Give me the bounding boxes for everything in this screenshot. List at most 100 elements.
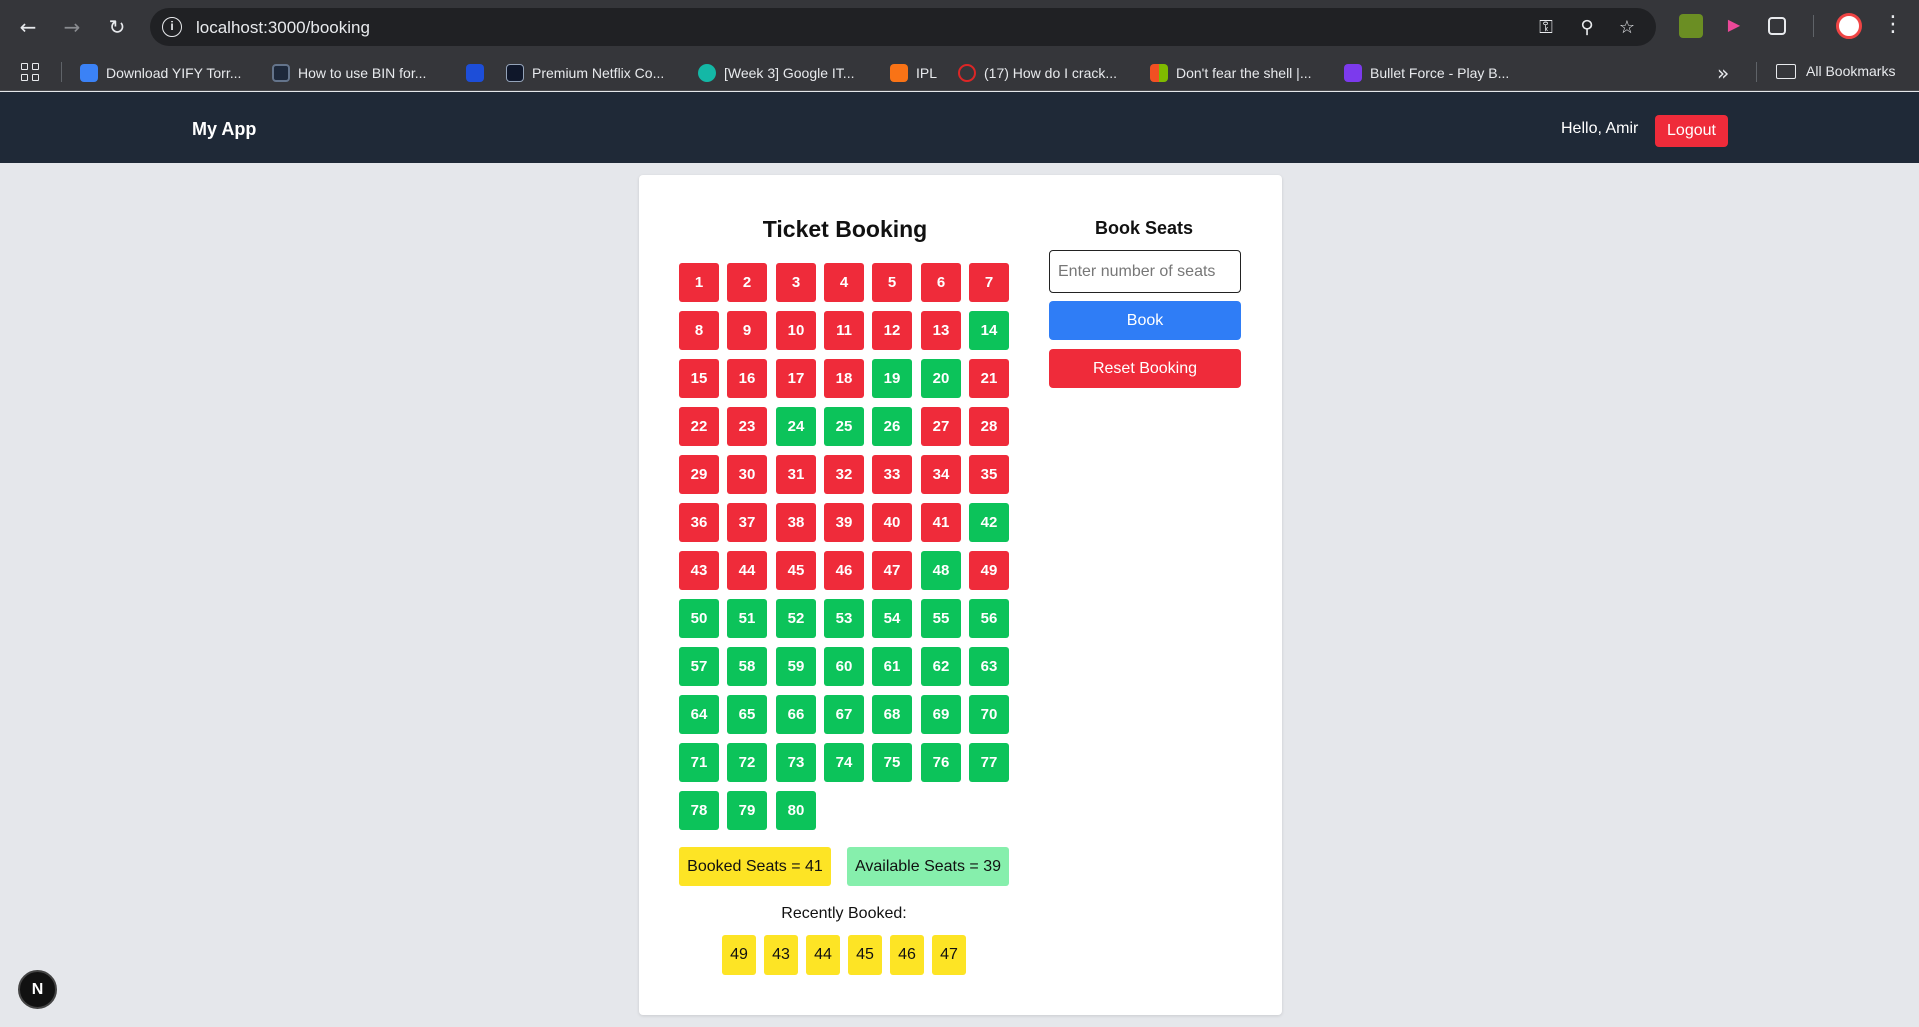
seat-44[interactable]: 44: [727, 551, 767, 590]
seat-51[interactable]: 51: [727, 599, 767, 638]
seat-13[interactable]: 13: [921, 311, 961, 350]
seat-50[interactable]: 50: [679, 599, 719, 638]
seat-66[interactable]: 66: [776, 695, 816, 734]
seat-30[interactable]: 30: [727, 455, 767, 494]
seat-59[interactable]: 59: [776, 647, 816, 686]
seat-73[interactable]: 73: [776, 743, 816, 782]
seat-16[interactable]: 16: [727, 359, 767, 398]
seat-80[interactable]: 80: [776, 791, 816, 830]
seat-5[interactable]: 5: [872, 263, 912, 302]
seat-49[interactable]: 49: [969, 551, 1009, 590]
seat-77[interactable]: 77: [969, 743, 1009, 782]
seat-46[interactable]: 46: [824, 551, 864, 590]
bookmark-item[interactable]: How to use BIN for...: [272, 63, 426, 83]
address-bar[interactable]: i localhost:3000/booking ⚿ ⚲ ☆: [150, 8, 1656, 46]
seat-55[interactable]: 55: [921, 599, 961, 638]
seat-45[interactable]: 45: [776, 551, 816, 590]
seat-71[interactable]: 71: [679, 743, 719, 782]
seat-19[interactable]: 19: [872, 359, 912, 398]
bookmark-item[interactable]: (17) How do I crack...: [958, 63, 1117, 83]
seat-37[interactable]: 37: [727, 503, 767, 542]
seat-79[interactable]: 79: [727, 791, 767, 830]
seat-23[interactable]: 23: [727, 407, 767, 446]
seat-10[interactable]: 10: [776, 311, 816, 350]
seat-33[interactable]: 33: [872, 455, 912, 494]
bookmark-item[interactable]: Premium Netflix Co...: [506, 63, 664, 83]
seat-56[interactable]: 56: [969, 599, 1009, 638]
seat-35[interactable]: 35: [969, 455, 1009, 494]
seat-27[interactable]: 27: [921, 407, 961, 446]
back-arrow-icon[interactable]: ←: [14, 13, 42, 41]
seat-3[interactable]: 3: [776, 263, 816, 302]
bookmark-item[interactable]: IPL: [890, 63, 937, 83]
menu-icon[interactable]: ⋮: [1882, 12, 1904, 37]
seat-29[interactable]: 29: [679, 455, 719, 494]
seat-6[interactable]: 6: [921, 263, 961, 302]
bookmark-item[interactable]: [Week 3] Google IT...: [698, 63, 854, 83]
seat-22[interactable]: 22: [679, 407, 719, 446]
book-button[interactable]: Book: [1049, 301, 1241, 340]
key-icon[interactable]: ⚿: [1535, 17, 1557, 39]
seat-28[interactable]: 28: [969, 407, 1009, 446]
seat-4[interactable]: 4: [824, 263, 864, 302]
seat-26[interactable]: 26: [872, 407, 912, 446]
seat-12[interactable]: 12: [872, 311, 912, 350]
seat-47[interactable]: 47: [872, 551, 912, 590]
app-brand[interactable]: My App: [192, 119, 256, 140]
seat-20[interactable]: 20: [921, 359, 961, 398]
seat-65[interactable]: 65: [727, 695, 767, 734]
seat-48[interactable]: 48: [921, 551, 961, 590]
seat-21[interactable]: 21: [969, 359, 1009, 398]
seat-72[interactable]: 72: [727, 743, 767, 782]
seat-74[interactable]: 74: [824, 743, 864, 782]
seat-62[interactable]: 62: [921, 647, 961, 686]
star-icon[interactable]: ☆: [1616, 17, 1638, 39]
apps-grid-icon[interactable]: [21, 63, 41, 83]
seat-15[interactable]: 15: [679, 359, 719, 398]
seat-78[interactable]: 78: [679, 791, 719, 830]
bookmark-item[interactable]: Bullet Force - Play B...: [1344, 63, 1509, 83]
seat-25[interactable]: 25: [824, 407, 864, 446]
seat-8[interactable]: 8: [679, 311, 719, 350]
url-text[interactable]: localhost:3000/booking: [196, 18, 370, 38]
seat-count-input[interactable]: [1049, 250, 1241, 293]
seat-58[interactable]: 58: [727, 647, 767, 686]
seat-57[interactable]: 57: [679, 647, 719, 686]
seat-41[interactable]: 41: [921, 503, 961, 542]
seat-24[interactable]: 24: [776, 407, 816, 446]
seat-68[interactable]: 68: [872, 695, 912, 734]
seat-38[interactable]: 38: [776, 503, 816, 542]
site-info-icon[interactable]: i: [162, 17, 182, 37]
avatar[interactable]: [1836, 13, 1862, 39]
seat-7[interactable]: 7: [969, 263, 1009, 302]
seat-14[interactable]: 14: [969, 311, 1009, 350]
seat-53[interactable]: 53: [824, 599, 864, 638]
seat-9[interactable]: 9: [727, 311, 767, 350]
extension-icon[interactable]: [1679, 14, 1703, 38]
seat-11[interactable]: 11: [824, 311, 864, 350]
logout-button[interactable]: Logout: [1655, 115, 1728, 147]
seat-60[interactable]: 60: [824, 647, 864, 686]
screencast-icon[interactable]: ▶: [1722, 14, 1746, 38]
seat-40[interactable]: 40: [872, 503, 912, 542]
seat-67[interactable]: 67: [824, 695, 864, 734]
reload-icon[interactable]: ↻: [103, 13, 131, 41]
seat-1[interactable]: 1: [679, 263, 719, 302]
seat-69[interactable]: 69: [921, 695, 961, 734]
seat-17[interactable]: 17: [776, 359, 816, 398]
seat-34[interactable]: 34: [921, 455, 961, 494]
seat-76[interactable]: 76: [921, 743, 961, 782]
seat-32[interactable]: 32: [824, 455, 864, 494]
seat-63[interactable]: 63: [969, 647, 1009, 686]
reset-booking-button[interactable]: Reset Booking: [1049, 349, 1241, 388]
bookmark-item[interactable]: Download YIFY Torr...: [80, 63, 241, 83]
seat-18[interactable]: 18: [824, 359, 864, 398]
zoom-icon[interactable]: ⚲: [1576, 17, 1598, 39]
seat-52[interactable]: 52: [776, 599, 816, 638]
seat-75[interactable]: 75: [872, 743, 912, 782]
forward-arrow-icon[interactable]: →: [58, 13, 86, 41]
puzzle-icon[interactable]: [1768, 17, 1786, 35]
seat-43[interactable]: 43: [679, 551, 719, 590]
seat-70[interactable]: 70: [969, 695, 1009, 734]
all-bookmarks-button[interactable]: All Bookmarks: [1776, 63, 1895, 79]
